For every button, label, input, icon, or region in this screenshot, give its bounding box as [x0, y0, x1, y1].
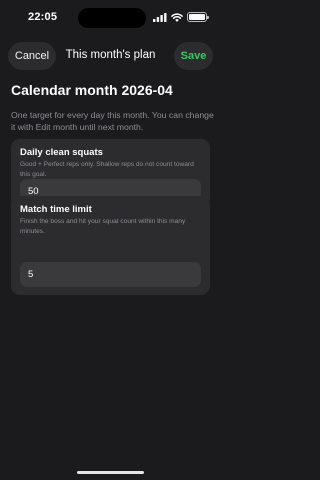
page-title: Calendar month 2026-04 — [11, 82, 173, 98]
dynamic-island — [78, 8, 146, 28]
battery-icon — [187, 12, 209, 22]
home-indicator — [77, 471, 144, 474]
match-time-label: Match time limit — [20, 204, 92, 215]
status-icons — [153, 12, 209, 22]
battery-level-fill — [189, 14, 205, 20]
wifi-icon — [171, 12, 183, 22]
status-time: 22:05 — [28, 11, 58, 23]
nav-bar: Cancel This month's plan Save — [0, 42, 221, 70]
match-time-input[interactable] — [20, 262, 201, 287]
match-time-limit-card: Match time limit Finish the boss and hit… — [11, 196, 210, 295]
save-button[interactable]: Save — [174, 42, 213, 70]
cellular-signal-icon — [153, 12, 167, 22]
daily-squats-label: Daily clean squats — [20, 147, 103, 158]
page-description: One target for every day this month. You… — [11, 110, 214, 132]
daily-squats-help: Good + Perfect reps only. Shallow reps d… — [20, 161, 194, 178]
match-time-help: Finish the boss and hit your squat count… — [20, 218, 186, 235]
status-bar: 22:05 — [0, 0, 221, 36]
